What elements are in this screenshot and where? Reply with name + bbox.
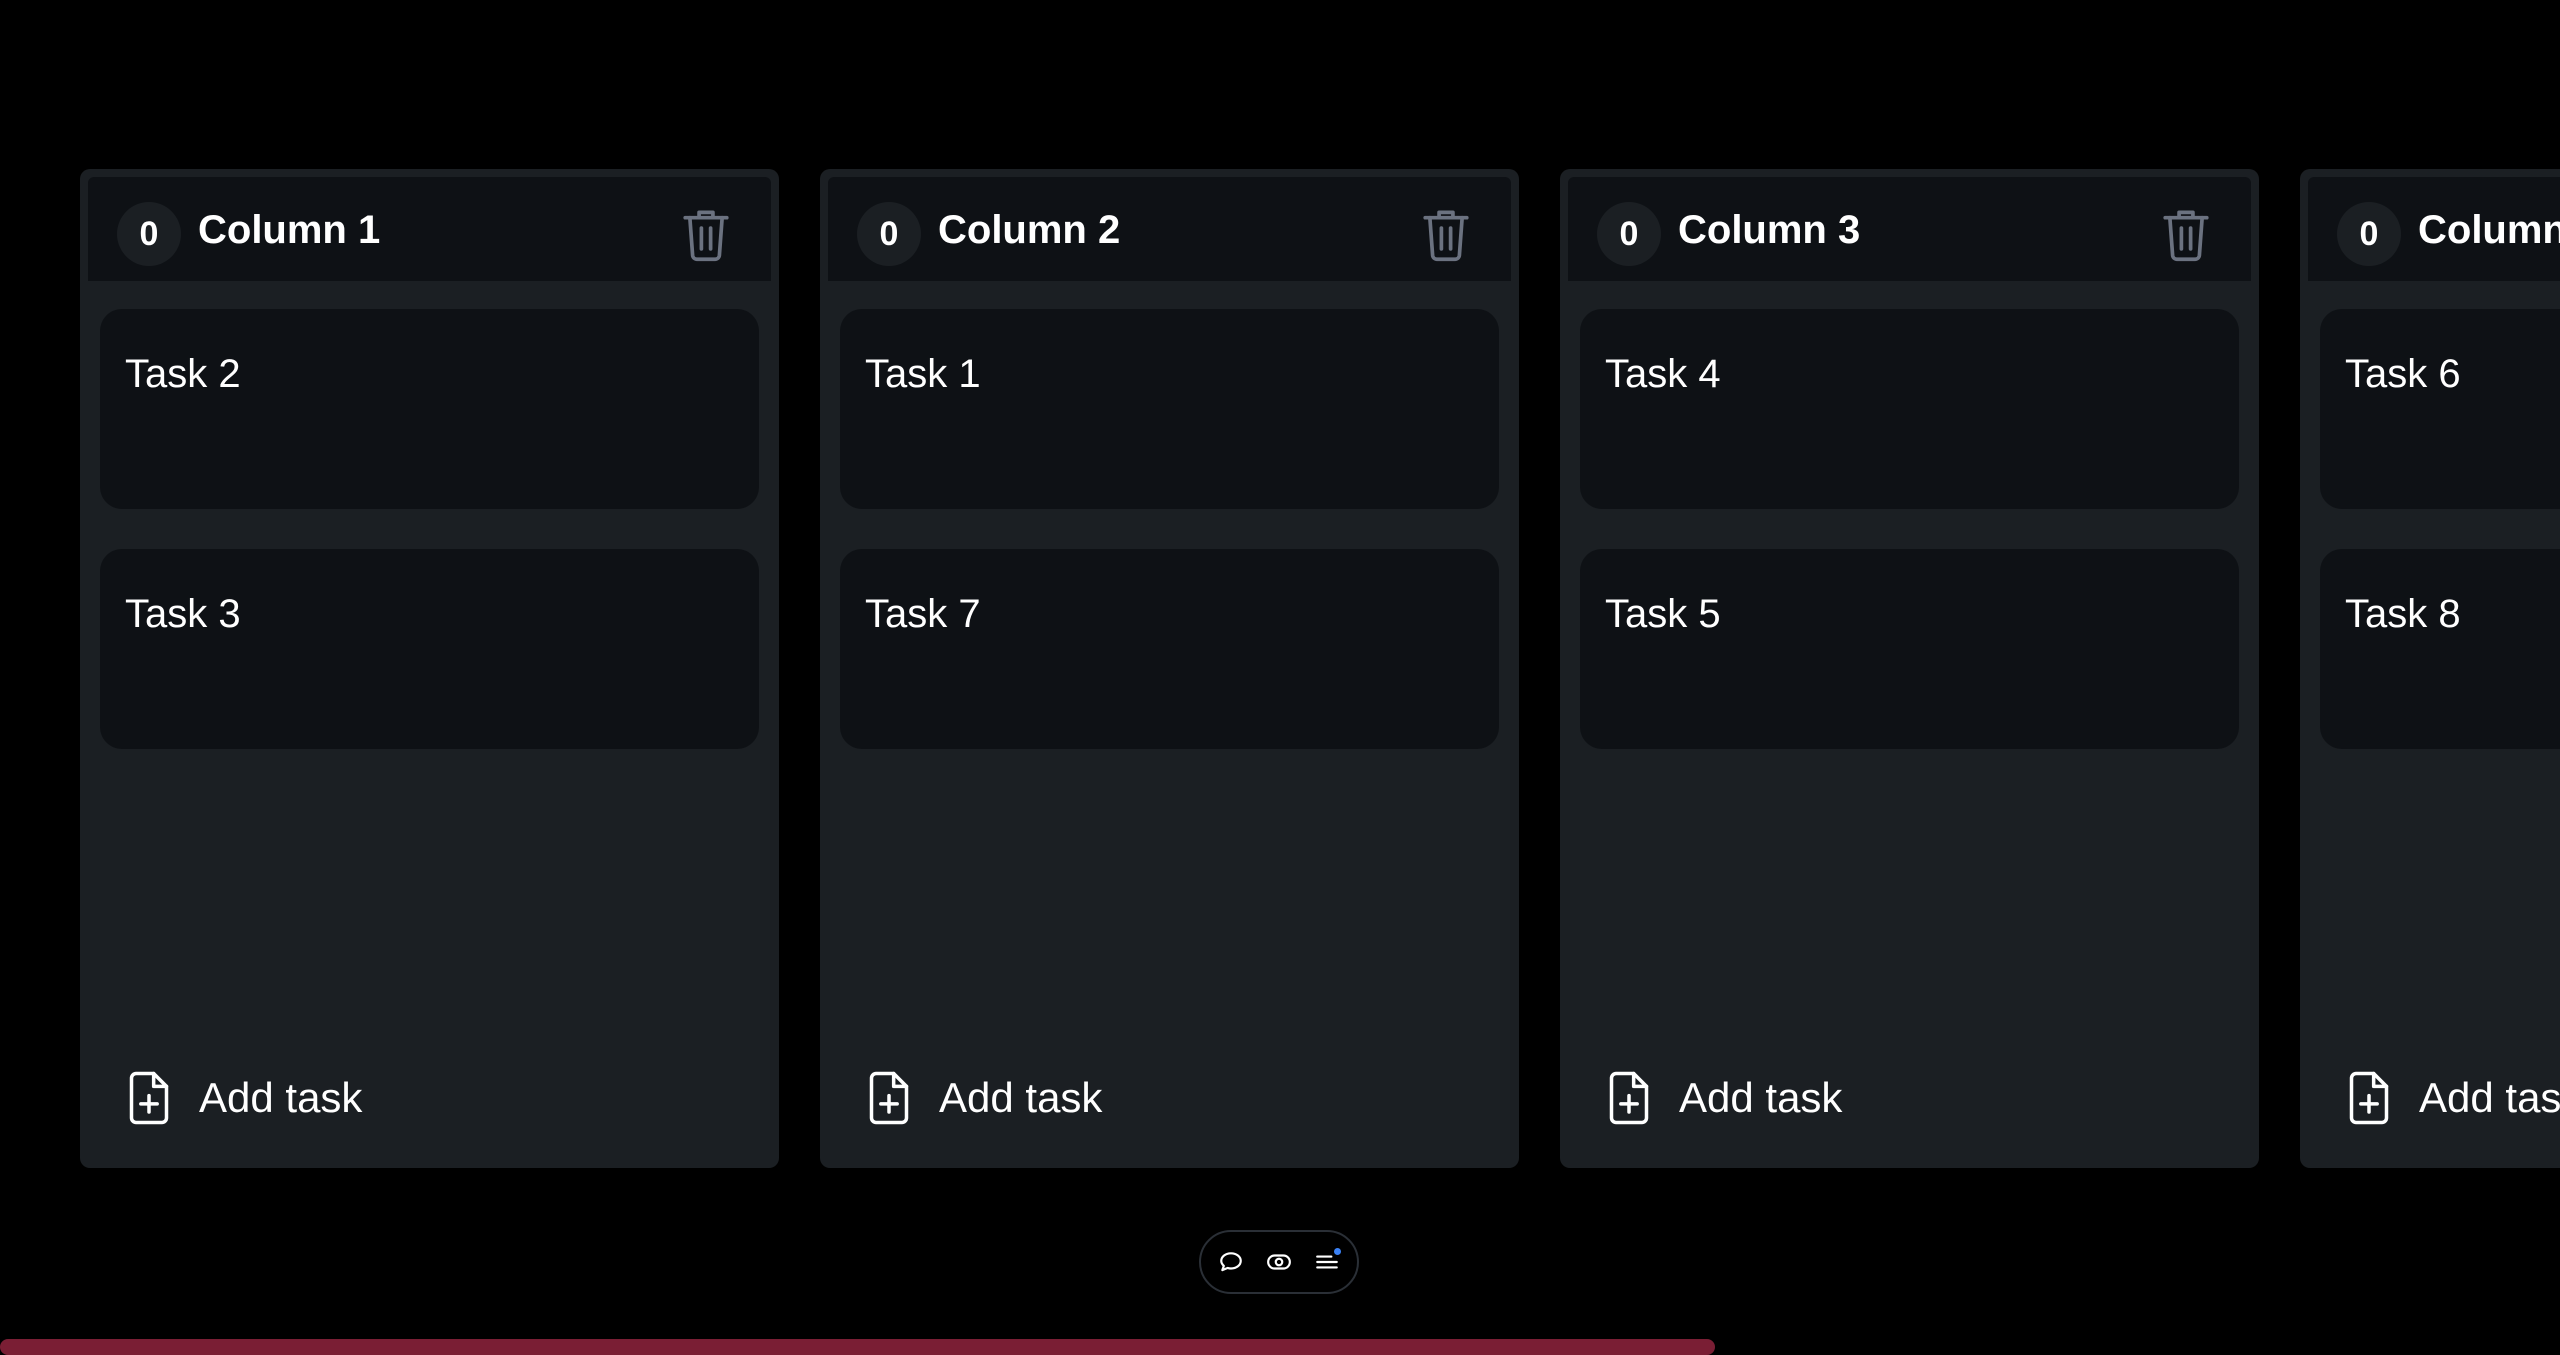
- column-3[interactable]: 0 Column 3 Task 4 Task 5 Add task: [1560, 169, 2259, 1168]
- column-header[interactable]: 0 Column 3: [1568, 177, 2251, 281]
- column-4[interactable]: 0 Column 4 Task 6 Task 8: [2300, 169, 2560, 1168]
- comments-button[interactable]: [1218, 1249, 1244, 1275]
- file-plus-icon: [1609, 1071, 1649, 1125]
- add-task-button[interactable]: Add task: [125, 1065, 362, 1131]
- task-title: Task 1: [865, 352, 981, 396]
- horizontal-scrollbar[interactable]: [0, 1337, 2560, 1355]
- task-card[interactable]: Task 2: [100, 309, 759, 509]
- chat-bubble-icon: [1220, 1252, 1242, 1272]
- column-title[interactable]: Column 4: [2418, 203, 2560, 257]
- task-card[interactable]: Task 5: [1580, 549, 2239, 749]
- task-card[interactable]: Task 6: [2320, 309, 2560, 509]
- trash-icon: [2163, 210, 2209, 262]
- kanban-board: 0 Column 1 Task 2 Task 3 Add task 0 Colu…: [0, 0, 2560, 1355]
- column-title[interactable]: Column 2: [938, 203, 1120, 257]
- scrollbar-thumb[interactable]: [0, 1339, 1716, 1355]
- task-card[interactable]: Task 7: [840, 549, 1499, 749]
- add-task-label: Add task: [199, 1074, 363, 1121]
- notification-dot: [1334, 1248, 1341, 1255]
- column-title[interactable]: Column 3: [1678, 203, 1860, 257]
- floating-toolbar: [1199, 1230, 1359, 1294]
- task-title: Task 6: [2345, 352, 2461, 396]
- delete-column-button[interactable]: [678, 205, 734, 265]
- column-header[interactable]: 0 Column 2: [828, 177, 1511, 281]
- task-count-badge: 0: [117, 202, 181, 266]
- menu-button[interactable]: [1314, 1248, 1341, 1275]
- task-card[interactable]: Task 8: [2320, 549, 2560, 749]
- column-title[interactable]: Column 1: [198, 203, 380, 257]
- task-title: Task 4: [1605, 352, 1721, 396]
- add-task-label: Add task: [1679, 1074, 1843, 1121]
- add-task-label: Add task: [939, 1074, 1103, 1121]
- trash-icon: [683, 210, 729, 262]
- task-card[interactable]: Task 4: [1580, 309, 2239, 509]
- add-task-button[interactable]: Add task: [1605, 1065, 1842, 1131]
- task-card[interactable]: Task 1: [840, 309, 1499, 509]
- trash-icon: [1423, 210, 1469, 262]
- add-task-button[interactable]: Add task: [2345, 1065, 2560, 1131]
- add-task-label: Add task: [2419, 1074, 2560, 1121]
- delete-column-button[interactable]: [2158, 205, 2214, 265]
- column-header[interactable]: 0 Column 1: [88, 177, 771, 281]
- file-plus-icon: [129, 1071, 169, 1125]
- toggle-icon: [1267, 1254, 1291, 1270]
- task-count-badge: 0: [1597, 202, 1661, 266]
- task-title: Task 7: [865, 592, 981, 636]
- file-plus-icon: [869, 1071, 909, 1125]
- file-plus-icon: [2349, 1071, 2389, 1125]
- column-2[interactable]: 0 Column 2 Task 1 Task 7 Add task: [820, 169, 1519, 1168]
- toggle-view-button[interactable]: [1266, 1249, 1292, 1275]
- column-1[interactable]: 0 Column 1 Task 2 Task 3 Add task: [80, 169, 779, 1168]
- task-title: Task 5: [1605, 592, 1721, 636]
- add-task-button[interactable]: Add task: [865, 1065, 1102, 1131]
- task-title: Task 2: [125, 352, 241, 396]
- task-title: Task 3: [125, 592, 241, 636]
- task-card[interactable]: Task 3: [100, 549, 759, 749]
- delete-column-button[interactable]: [1418, 205, 1474, 265]
- column-header[interactable]: 0 Column 4: [2308, 177, 2560, 281]
- task-title: Task 8: [2345, 592, 2461, 636]
- task-count-badge: 0: [857, 202, 921, 266]
- task-count-badge: 0: [2337, 202, 2401, 266]
